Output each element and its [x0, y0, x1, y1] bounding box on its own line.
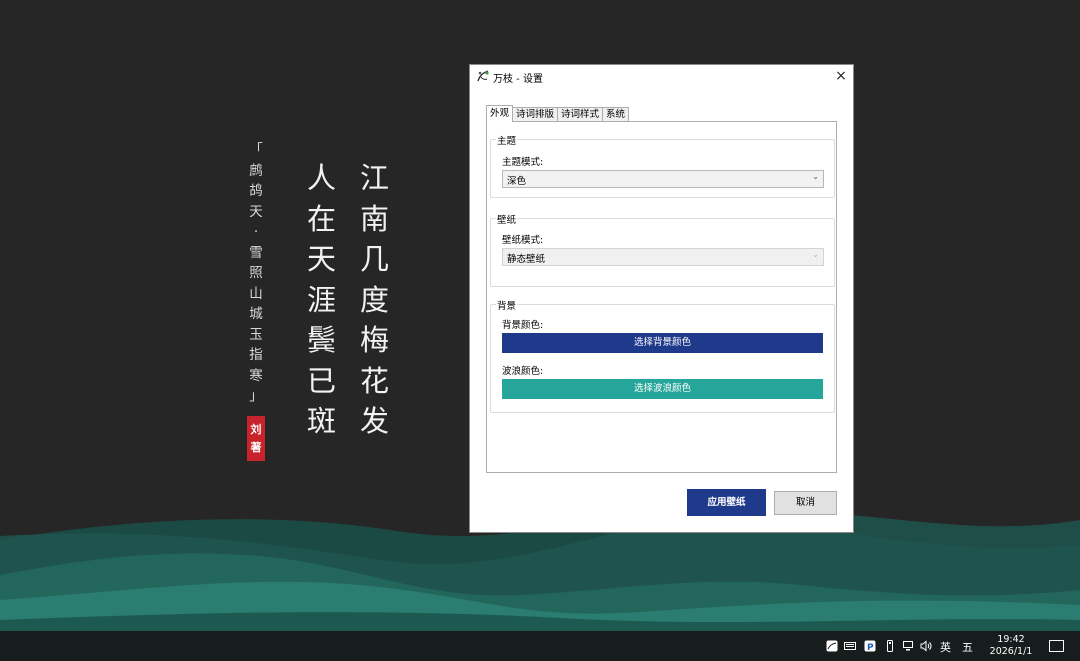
tab-system[interactable]: 系统 [602, 107, 630, 122]
ime-language[interactable]: 英 [940, 639, 951, 655]
notification-icon[interactable] [1049, 640, 1064, 652]
clock-time: 19:42 [997, 634, 1025, 645]
ime-mode[interactable]: 五 [962, 639, 973, 655]
usb-drive-icon[interactable] [884, 640, 896, 652]
cancel-button[interactable]: 取消 [774, 491, 837, 515]
theme-mode-select[interactable]: 深色 ⌄ [502, 170, 824, 188]
app-tray-icon[interactable] [826, 640, 838, 652]
theme-mode-label: 主题模式: [502, 157, 544, 168]
background-group: 背景 背景颜色: 选择背景颜色 波浪颜色: 选择波浪颜色 [490, 298, 835, 413]
theme-group: 主题 主题模式: 深色 ⌄ [490, 133, 835, 198]
svg-text:P: P [867, 643, 874, 652]
apply-wallpaper-button[interactable]: 应用壁纸 [687, 489, 766, 516]
wallpaper-mode-value: 静态壁纸 [507, 254, 546, 265]
poem-line-2: 人在天涯鬓已斑 [307, 161, 337, 438]
wave-color-label: 波浪颜色: [502, 366, 544, 377]
chevron-down-icon: ⌄ [812, 172, 819, 181]
bg-color-label: 背景颜色: [502, 320, 544, 331]
dialog-titlebar[interactable]: 万枝 - 设置 × [470, 65, 853, 87]
clock-date: 2026/1/1 [989, 646, 1033, 657]
wallpaper-mode-label: 壁纸模式: [502, 235, 544, 246]
theme-legend: 主题 [496, 133, 518, 147]
settings-dialog: 万枝 - 设置 × 外观 诗词排版 诗词样式 系统 主题 主题模式: 深色 ⌄ … [470, 65, 853, 532]
choose-bg-color-button[interactable]: 选择背景颜色 [502, 333, 823, 353]
parking-app-icon[interactable]: P [864, 640, 876, 653]
close-button[interactable]: × [829, 65, 853, 87]
wallpaper-mode-select[interactable]: 静态壁纸 ⌄ [502, 248, 824, 266]
taskbar: P 英 五 19:42 2026/1/1 [0, 631, 1080, 661]
theme-mode-value: 深色 [507, 176, 527, 187]
network-icon[interactable] [902, 640, 914, 652]
tab-poem-layout[interactable]: 诗词排版 [512, 107, 559, 122]
tab-appearance[interactable]: 外观 [486, 105, 514, 122]
author-seal: 刘著 [247, 416, 265, 461]
clock[interactable]: 19:42 2026/1/1 [985, 634, 1037, 658]
keyboard-icon[interactable] [844, 640, 856, 652]
tab-bar: 外观 诗词排版 诗词样式 系统 [486, 105, 630, 122]
choose-wave-color-button[interactable]: 选择波浪颜色 [502, 379, 823, 399]
poem-title: 「鹧鸪天 · 雪照山城玉指寒」 [249, 142, 263, 404]
chevron-down-icon: ⌄ [812, 250, 819, 259]
volume-icon[interactable] [920, 640, 932, 652]
wallpaper-group: 壁纸 壁纸模式: 静态壁纸 ⌄ [490, 212, 835, 287]
dialog-title: 万枝 - 设置 [493, 74, 543, 85]
tab-poem-style[interactable]: 诗词样式 [557, 107, 604, 122]
app-icon [477, 70, 489, 82]
tab-panel-appearance: 主题 主题模式: 深色 ⌄ 壁纸 壁纸模式: 静态壁纸 ⌄ 背景 背景颜色: 选… [486, 121, 837, 473]
background-legend: 背景 [496, 298, 518, 312]
wallpaper-legend: 壁纸 [496, 212, 518, 226]
poem-line-1: 江南几度梅花发 [360, 161, 390, 438]
